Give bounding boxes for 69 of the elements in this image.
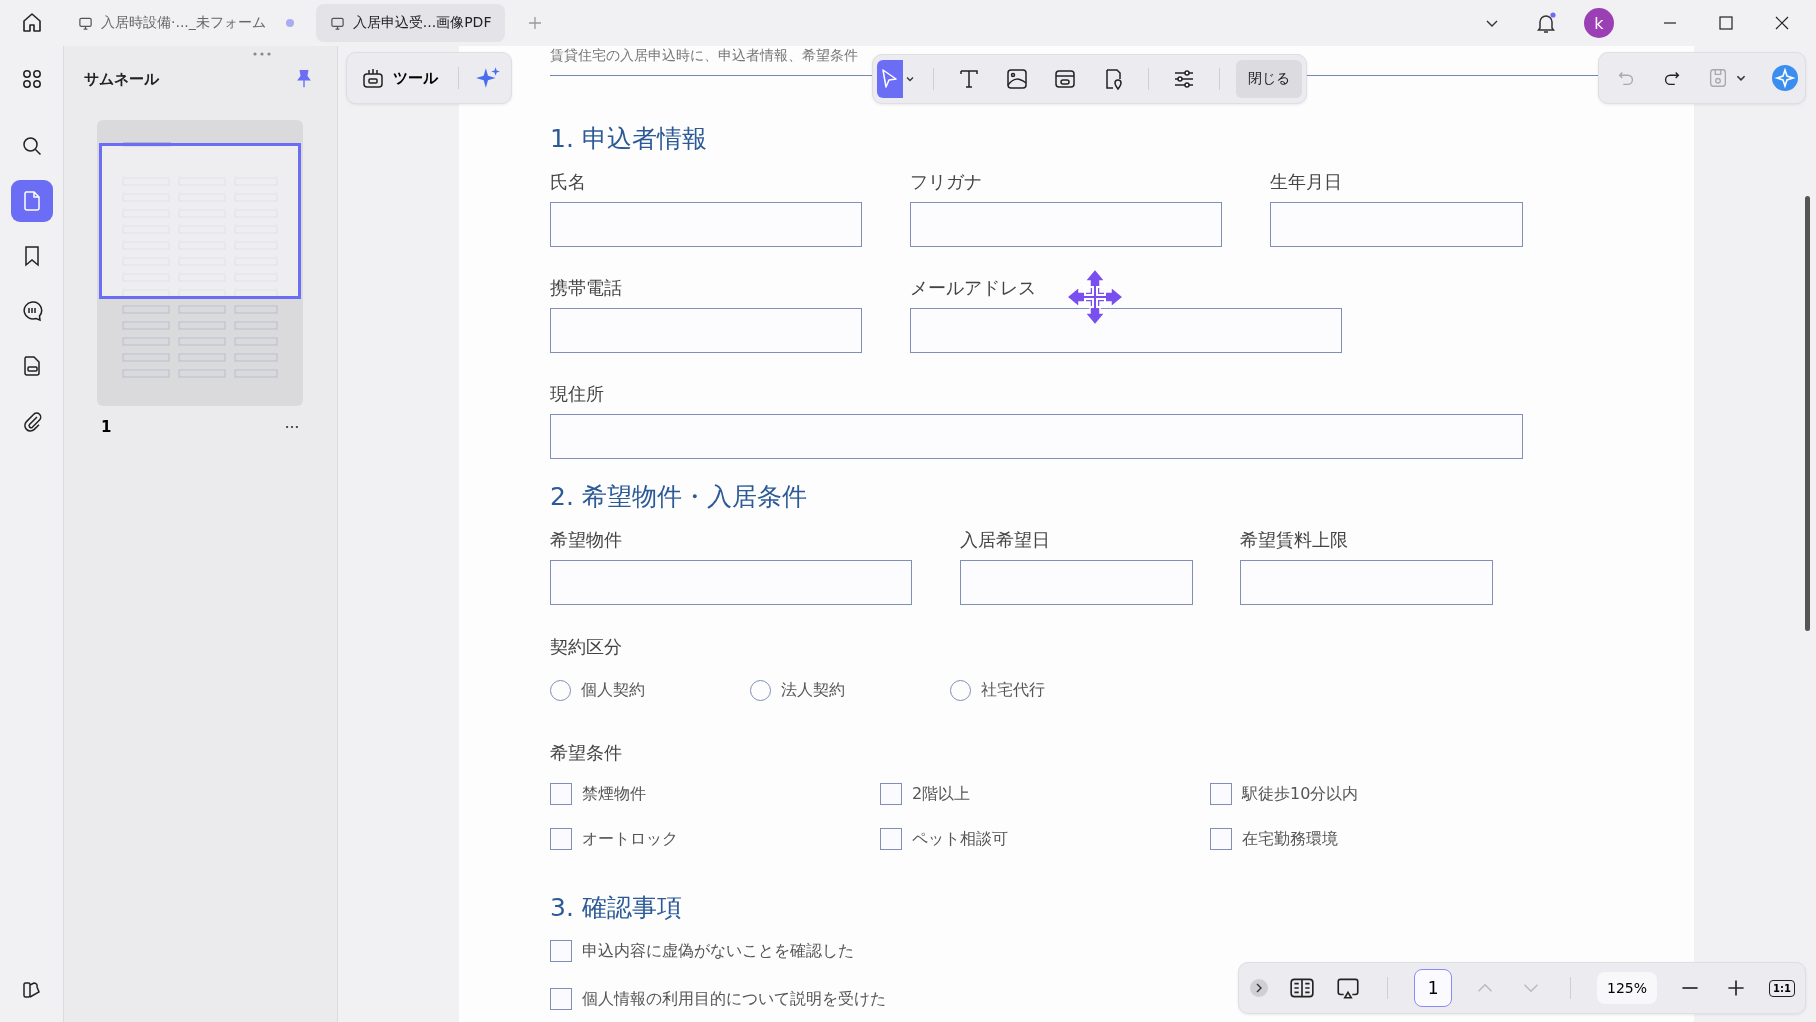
actual-size-button[interactable]: 1:1 bbox=[1769, 979, 1795, 997]
close-button[interactable]: 閉じる bbox=[1236, 60, 1302, 98]
close-icon[interactable] bbox=[1774, 15, 1790, 31]
maximize-icon[interactable] bbox=[1718, 15, 1734, 31]
section-heading: 2. 希望物件・入居条件 bbox=[550, 481, 808, 513]
document-tab[interactable]: 入居申込受...画像PDF bbox=[315, 4, 506, 42]
select-tool-icon[interactable] bbox=[877, 60, 917, 98]
section-heading: 3. 確認事項 bbox=[550, 892, 683, 924]
field-label: 入居希望日 bbox=[960, 528, 1051, 552]
option-label: 法人契約 bbox=[781, 679, 845, 701]
move-handle-icon[interactable] bbox=[1065, 267, 1125, 327]
option-label: ペット相談可 bbox=[912, 828, 1008, 850]
page-number-field[interactable]: 1 bbox=[1414, 969, 1453, 1007]
field-label: 氏名 bbox=[550, 170, 587, 194]
new-tab-icon[interactable] bbox=[527, 15, 544, 31]
input-field[interactable] bbox=[960, 560, 1193, 605]
input-field[interactable] bbox=[550, 202, 862, 247]
option-label: 禁煙物件 bbox=[582, 783, 646, 805]
user-avatar[interactable]: k bbox=[1584, 8, 1614, 38]
field-label: 希望賃料上限 bbox=[1240, 528, 1349, 552]
home-icon[interactable] bbox=[20, 11, 44, 35]
checkbox[interactable] bbox=[880, 783, 902, 805]
field-label: フリガナ bbox=[910, 170, 983, 194]
option-label: 駅徒歩10分以内 bbox=[1242, 783, 1359, 805]
option-label: 個人情報の利用目的について説明を受けた bbox=[582, 988, 886, 1010]
assistant-icon[interactable] bbox=[1771, 64, 1799, 92]
option-label: オートロック bbox=[582, 828, 678, 850]
option-label: 個人契約 bbox=[581, 679, 645, 701]
field-label: 希望物件 bbox=[550, 528, 623, 552]
option-label: 社宅代行 bbox=[981, 679, 1045, 701]
field-label: 携帯電話 bbox=[550, 276, 623, 300]
input-field[interactable] bbox=[550, 308, 862, 353]
option-label: 在宅勤務環境 bbox=[1242, 828, 1338, 850]
checkbox[interactable] bbox=[880, 828, 902, 850]
input-field[interactable] bbox=[910, 202, 1222, 247]
scrollbar[interactable] bbox=[1805, 196, 1810, 631]
document-tab[interactable]: 入居時設備·..._未フォーム bbox=[64, 4, 308, 42]
group-label: 契約区分 bbox=[550, 635, 623, 659]
checkbox[interactable] bbox=[550, 828, 572, 850]
monitor-icon bbox=[329, 15, 345, 31]
section-heading: 1. 申込者情報 bbox=[550, 123, 708, 155]
checkbox[interactable] bbox=[1210, 783, 1232, 805]
input-field[interactable] bbox=[1240, 560, 1493, 605]
option-label: 申込内容に虚偽がないことを確認した bbox=[582, 940, 854, 962]
checkbox[interactable] bbox=[1210, 828, 1232, 850]
page-thumbnail[interactable] bbox=[97, 120, 303, 406]
checkbox[interactable] bbox=[550, 988, 572, 1010]
drag-handle-icon[interactable] bbox=[252, 52, 272, 56]
option-label: 2階以上 bbox=[912, 783, 971, 805]
field-label: 生年月日 bbox=[1270, 170, 1343, 194]
field-label: メールアドレス bbox=[910, 276, 1037, 300]
pages-icon[interactable] bbox=[10, 180, 53, 222]
input-field[interactable] bbox=[910, 308, 1342, 353]
group-label: 希望条件 bbox=[550, 741, 623, 765]
field-label: 現住所 bbox=[550, 382, 605, 406]
monitor-icon bbox=[78, 15, 93, 31]
page-number: 1 bbox=[101, 418, 112, 436]
bell-icon[interactable] bbox=[1534, 11, 1558, 35]
zoom-level[interactable]: 125% bbox=[1597, 972, 1658, 1004]
checkbox[interactable] bbox=[550, 783, 572, 805]
more-icon[interactable] bbox=[285, 425, 299, 429]
checkbox[interactable] bbox=[550, 940, 572, 962]
input-field[interactable] bbox=[1270, 202, 1523, 247]
panel-title: サムネール bbox=[84, 69, 159, 89]
input-field[interactable] bbox=[550, 560, 912, 605]
expand-icon[interactable] bbox=[1249, 978, 1270, 998]
input-field[interactable] bbox=[550, 414, 1523, 459]
toolbox-icon bbox=[361, 66, 385, 90]
save-icon[interactable] bbox=[1707, 67, 1729, 89]
